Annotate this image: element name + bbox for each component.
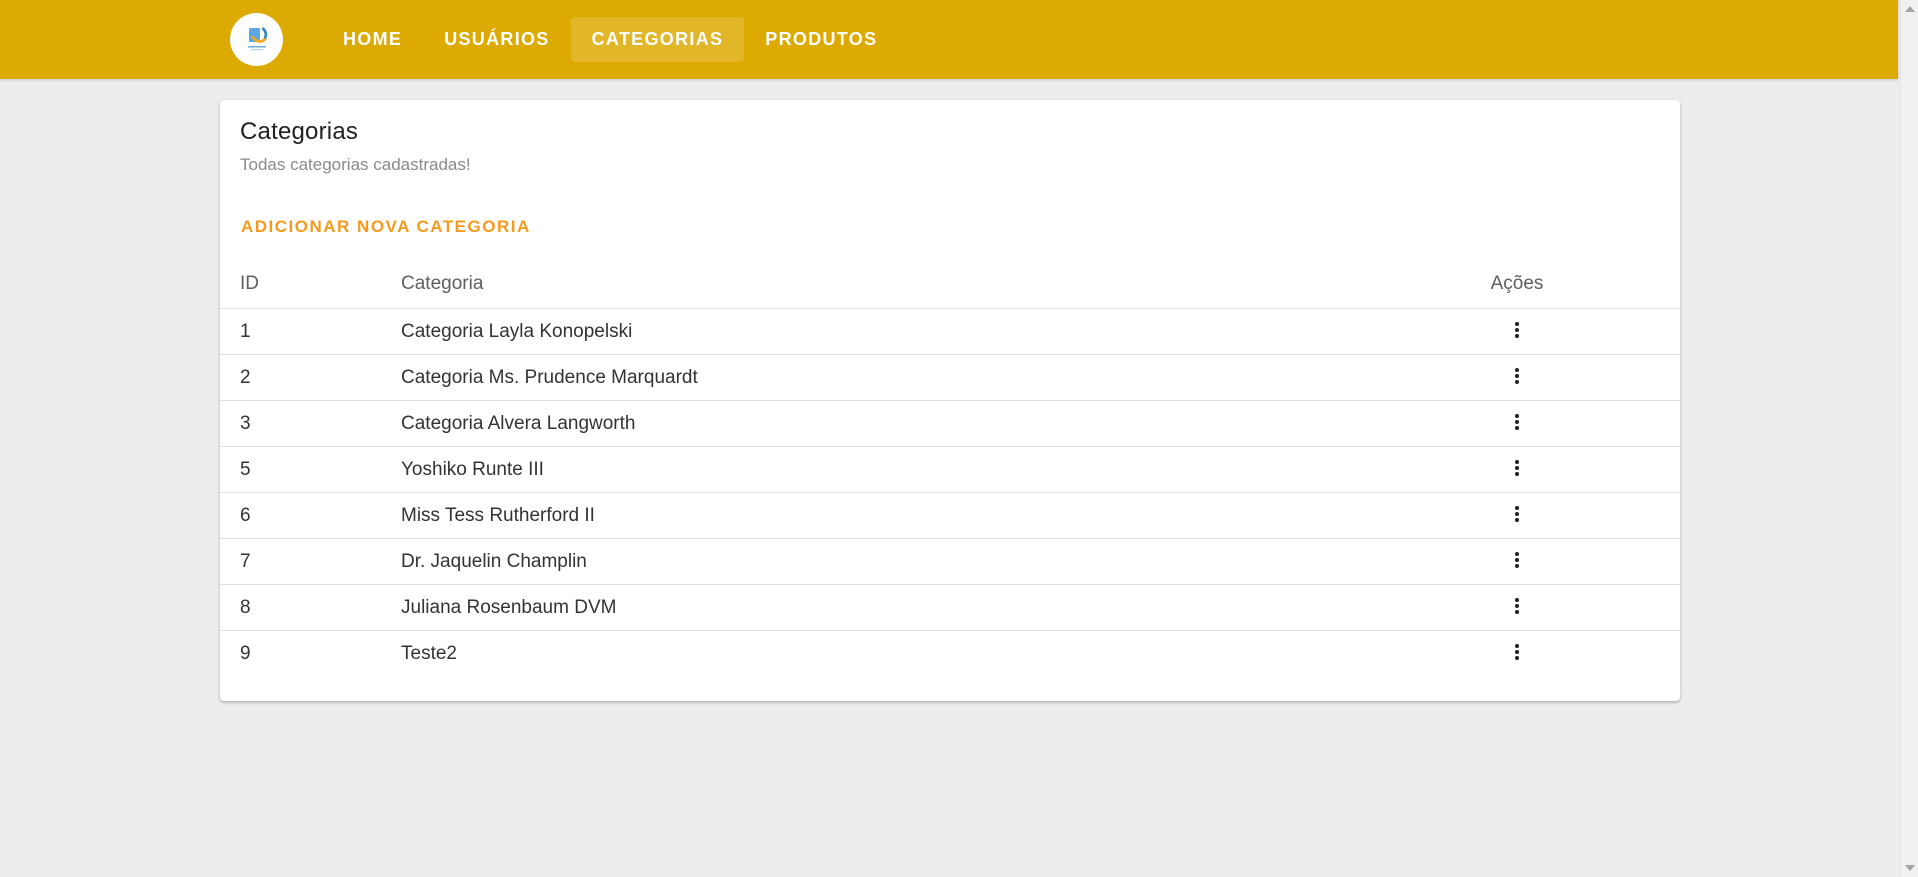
row-actions (1487, 539, 1547, 584)
row-category-name: Teste2 (401, 642, 457, 664)
page-title: Categorias (240, 118, 359, 145)
scroll-down-icon[interactable] (1905, 865, 1915, 871)
more-vertical-icon[interactable] (1501, 406, 1533, 438)
table-row: 6 Miss Tess Rutherford II (220, 493, 1680, 539)
nav-tab-produtos[interactable]: PRODUTOS (744, 17, 898, 62)
main-nav: HOME USUÁRIOS CATEGORIAS PRODUTOS (322, 17, 898, 62)
logo-icon (248, 27, 268, 51)
row-actions (1487, 401, 1547, 446)
nav-tab-categorias[interactable]: CATEGORIAS (570, 17, 745, 62)
row-id: 2 (240, 366, 251, 388)
row-category-name: Categoria Alvera Langworth (401, 412, 636, 434)
table-header: ID Categoria Ações (220, 260, 1680, 309)
row-id: 6 (240, 504, 251, 526)
nav-tab-home[interactable]: HOME (322, 17, 423, 62)
table-row: 1 Categoria Layla Konopelski (220, 309, 1680, 355)
scroll-up-icon[interactable] (1905, 6, 1915, 12)
app-bar: HOME USUÁRIOS CATEGORIAS PRODUTOS (0, 0, 1898, 79)
row-category-name: Juliana Rosenbaum DVM (401, 596, 617, 618)
column-header-category: Categoria (401, 273, 484, 294)
table-row: 5 Yoshiko Runte III (220, 447, 1680, 493)
row-category-name: Miss Tess Rutherford II (401, 504, 595, 526)
page-subtitle: Todas categorias cadastradas! (240, 155, 471, 174)
nav-tab-usuarios[interactable]: USUÁRIOS (423, 17, 570, 62)
row-actions (1487, 309, 1547, 354)
more-vertical-icon[interactable] (1501, 452, 1533, 484)
row-category-name: Categoria Layla Konopelski (401, 320, 633, 342)
table-row: 7 Dr. Jaquelin Champlin (220, 539, 1680, 585)
row-actions (1487, 355, 1547, 400)
row-id: 9 (240, 642, 251, 664)
row-category-name: Yoshiko Runte III (401, 458, 544, 480)
column-header-id: ID (240, 273, 259, 294)
add-category-button[interactable]: ADICIONAR NOVA CATEGORIA (232, 207, 540, 247)
row-category-name: Dr. Jaquelin Champlin (401, 550, 587, 572)
categories-table: ID Categoria Ações 1 Categoria Layla Kon… (220, 260, 1680, 676)
more-vertical-icon[interactable] (1501, 314, 1533, 346)
more-vertical-icon[interactable] (1501, 590, 1533, 622)
row-actions (1487, 631, 1547, 676)
row-actions (1487, 585, 1547, 630)
row-id: 1 (240, 320, 251, 342)
row-category-name: Categoria Ms. Prudence Marquardt (401, 366, 698, 388)
more-vertical-icon[interactable] (1501, 544, 1533, 576)
page-scrollbar[interactable] (1900, 0, 1918, 877)
row-actions (1487, 447, 1547, 492)
table-row: 2 Categoria Ms. Prudence Marquardt (220, 355, 1680, 401)
row-id: 7 (240, 550, 251, 572)
company-logo[interactable] (230, 13, 283, 66)
more-vertical-icon[interactable] (1501, 498, 1533, 530)
column-header-actions: Ações (1490, 273, 1544, 294)
row-actions (1487, 493, 1547, 538)
table-row: 3 Categoria Alvera Langworth (220, 401, 1680, 447)
more-vertical-icon[interactable] (1501, 360, 1533, 392)
row-id: 5 (240, 458, 251, 480)
table-row: 9 Teste2 (220, 631, 1680, 676)
categories-card: Categorias Todas categorias cadastradas!… (220, 100, 1680, 701)
table-row: 8 Juliana Rosenbaum DVM (220, 585, 1680, 631)
more-vertical-icon[interactable] (1501, 636, 1533, 668)
row-id: 8 (240, 596, 251, 618)
row-id: 3 (240, 412, 251, 434)
